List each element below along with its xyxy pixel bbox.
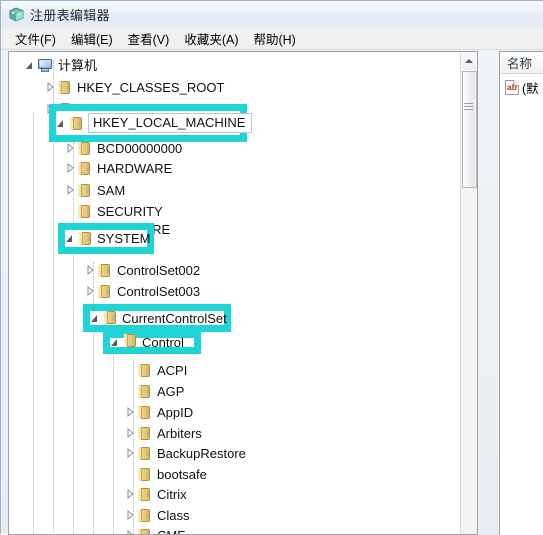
tree-node-label: SAM [97,183,125,198]
tree-leaf-marker-icon [123,359,137,381]
registry-key-icon [137,405,152,420]
value-name-label: (默 [522,78,539,97]
expand-twisty-icon[interactable] [123,422,137,444]
expand-twisty-icon[interactable] [43,116,57,138]
tree-node-hardware[interactable]: HARDWARE [9,157,464,179]
registry-key-icon [137,426,152,441]
expand-twisty-icon[interactable] [83,317,97,339]
registry-key-icon [137,363,152,378]
tree-node-label: SECURITY [97,204,163,219]
tree-node-label: BackupRestore [157,446,246,461]
title-bar[interactable]: 注册表编辑器 [1,1,543,28]
pane-splitter[interactable] [478,51,499,535]
registry-key-icon [57,80,72,95]
window-title: 注册表编辑器 [30,5,110,24]
registry-key-icon [137,384,152,399]
tree-node-label: Citrix [157,487,187,502]
tree-node-label: bootsafe [157,467,207,482]
tree-node-label: SOFTWARE [97,222,170,237]
string-value-icon: ab [505,80,519,95]
tree-node-system[interactable] [9,236,464,258]
tree-node-label: ControlSet004 [117,303,200,318]
registry-key-icon [137,487,152,502]
tree-node-bcd00000000[interactable]: BCD00000000 [9,137,464,159]
tree-node-label: ControlSet003 [117,284,200,299]
tree-leaf-marker-icon [123,463,137,485]
tree-node-appid[interactable]: AppID [9,401,464,423]
expand-twisty-icon[interactable] [123,504,137,526]
menu-file[interactable]: 文件(F) [9,28,65,50]
tree-node-label: ControlSet002 [117,263,200,278]
expand-twisty-icon[interactable] [123,524,137,535]
menu-help[interactable]: 帮助(H) [247,28,304,50]
computer-icon [37,58,53,73]
tree-node-acpi[interactable]: ACPI [9,359,464,381]
tree-node-label: HKEY_CURRENT_USER [77,102,227,117]
tree-node-label: HARDWARE [97,161,172,176]
tree-node-label: 计算机 [58,58,97,73]
registry-key-icon [77,183,92,198]
registry-key-icon [77,161,92,176]
registry-key-icon [97,303,112,318]
expand-twisty-icon[interactable] [63,157,77,179]
expand-twisty-icon[interactable] [83,259,97,281]
menu-bar: 文件(F) 编辑(E) 查看(V) 收藏夹(A) 帮助(H) [1,29,543,50]
tree-node-bootsafe[interactable]: bootsafe [9,463,464,485]
tree-node-cmf[interactable]: CMF [9,524,464,535]
registry-key-icon [97,263,112,278]
registry-key-icon [77,204,92,219]
expand-twisty-icon[interactable] [63,236,77,258]
tree-vertical-scrollbar[interactable] [460,52,477,534]
registry-key-icon [137,467,152,482]
expand-twisty-icon[interactable] [123,442,137,464]
tree-node-computer[interactable]: 计算机 [9,54,464,76]
registry-key-icon [97,284,112,299]
registry-key-icon [77,141,92,156]
expand-twisty-icon[interactable] [43,76,57,98]
expand-twisty-icon[interactable] [123,483,137,505]
expand-twisty-icon[interactable] [63,137,77,159]
scrollbar-grip-icon [464,103,473,111]
tree-node-label: AppID [157,405,193,420]
tree-node-backuprestore[interactable]: BackupRestore [9,442,464,464]
scroll-up-arrow-icon[interactable] [461,52,477,69]
tree-node-hkey-classes-root[interactable]: HKEY_CLASSES_ROOT [9,76,464,98]
menu-favorites[interactable]: 收藏夹(A) [178,28,247,50]
registry-key-icon [137,446,152,461]
tree-node-label: Arbiters [157,426,202,441]
registry-key-icon [57,102,72,117]
values-list: ab (默 [500,74,543,97]
tree-node-sam[interactable]: SAM [9,179,464,201]
tree-node-label: ACPI [157,363,187,378]
tree-node-label: BCD00000000 [97,141,182,156]
registry-values-panel: 名称 ab (默 [499,51,543,535]
registry-key-icon [137,508,152,523]
expand-twisty-icon[interactable] [63,179,77,201]
tree-node-controlset002[interactable]: ControlSet002 [9,259,464,281]
tree-node-currentcontrolset[interactable] [9,317,464,339]
expand-twisty-icon[interactable] [123,401,137,423]
tree-node-label: HKEY_CLASSES_ROOT [77,80,224,95]
registry-editor-icon [8,6,25,23]
tree-leaf-marker-icon [123,380,137,402]
expand-twisty-icon[interactable] [23,54,37,76]
tree-node-agp[interactable]: AGP [9,380,464,402]
menu-edit[interactable]: 编辑(E) [65,28,122,50]
value-row-default[interactable]: ab (默 [500,77,543,97]
registry-editor-window: 注册表编辑器 文件(F) 编辑(E) 查看(V) 收藏夹(A) 帮助(H) [0,0,543,534]
tree-node-hkey-local-machine[interactable] [9,116,464,138]
scrollbar-thumb[interactable] [462,71,477,188]
tree-node-control[interactable] [9,339,464,361]
tree-node-class[interactable]: Class [9,504,464,526]
registry-key-icon [77,222,92,237]
tree-node-arbiters[interactable]: Arbiters [9,422,464,444]
registry-tree[interactable]: 计算机 HKEY_CLASSES_ROOT HKEY_CURRENT_USER [9,52,464,534]
expand-twisty-icon[interactable] [103,339,117,361]
tree-node-citrix[interactable]: Citrix [9,483,464,505]
tree-node-label: AGP [157,384,184,399]
registry-tree-panel: 计算机 HKEY_CLASSES_ROOT HKEY_CURRENT_USER [8,51,478,535]
column-header-name[interactable]: 名称 [500,52,543,74]
tree-node-label: Class [157,508,190,523]
menu-view[interactable]: 查看(V) [122,28,179,50]
